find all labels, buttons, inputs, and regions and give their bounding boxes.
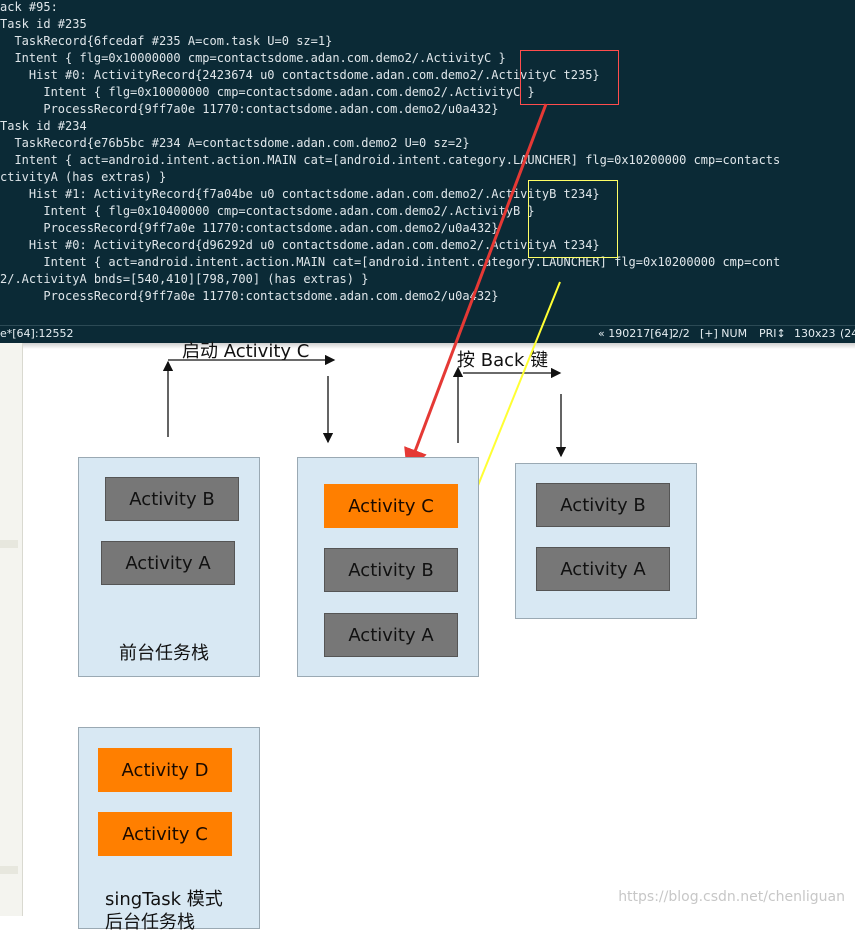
activity-a-box: Activity A <box>324 613 458 657</box>
background-task-stack: Activity D Activity C singTask 模式 后台任务栈 <box>78 727 260 933</box>
activity-b-box: Activity B <box>536 483 670 527</box>
foreground-stack-caption: 前台任务栈 <box>119 643 209 664</box>
activity-d-box: Activity D <box>98 748 232 792</box>
activity-b-box: Activity B <box>324 548 458 592</box>
foreground-task-stack: Activity B Activity A 前台任务栈 <box>78 457 260 677</box>
activity-a-box: Activity A <box>101 541 235 585</box>
activity-c-box: Activity C <box>98 812 232 856</box>
activity-c-box: Activity C <box>324 484 458 528</box>
activity-a-box: Activity A <box>536 547 670 591</box>
activity-b-box: Activity B <box>105 477 239 521</box>
merged-task-stack: Activity C Activity B Activity A <box>297 457 479 677</box>
watermark: https://blog.csdn.net/chenliguan <box>618 889 845 905</box>
red-pointer-arrow <box>404 103 548 473</box>
after-back-task-stack: Activity B Activity A <box>515 463 697 619</box>
background-stack-caption: 后台任务栈 <box>105 912 195 933</box>
